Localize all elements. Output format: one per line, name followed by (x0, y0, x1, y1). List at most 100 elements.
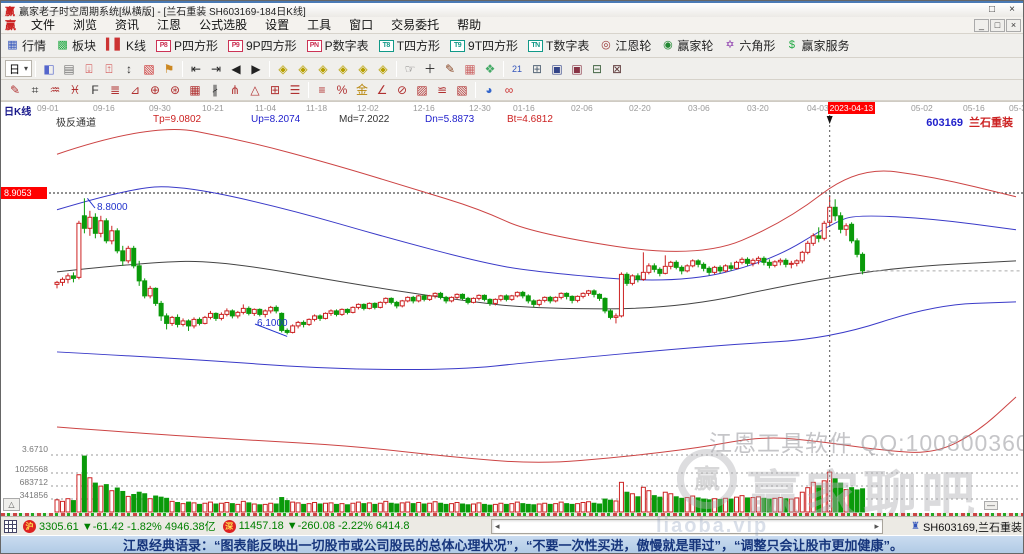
draw-cycle-circle-button[interactable]: ⊛ (165, 81, 185, 99)
tool-scale-toggle-button[interactable]: ↕ (119, 60, 139, 78)
tool-cycle-diamond-6-button[interactable]: ◈ (373, 60, 393, 78)
menu-item-江恩[interactable]: 江恩 (148, 17, 190, 34)
draw-band-tool-button[interactable]: ▧ (452, 81, 472, 99)
toolbar-winner-service-button[interactable]: $赢家服务 (780, 35, 854, 56)
draw-box-grid-button[interactable]: ⊞ (265, 81, 285, 99)
draw-speed-lines-button[interactable]: ☰ (285, 81, 305, 99)
shanghai-index-icon[interactable]: 沪 (23, 520, 36, 533)
draw-gann-grid-button[interactable]: ⌗ (25, 81, 45, 99)
period-select[interactable]: 日 ▾ (5, 60, 32, 77)
draw-percent-lines-button[interactable]: % (332, 81, 352, 99)
menu-item-窗口[interactable]: 窗口 (340, 17, 382, 34)
chart-scrollbar[interactable]: ◂ ▸ (491, 519, 883, 534)
draw-draw-pen-button[interactable]: ✎ (5, 81, 25, 99)
tool-grid-tool-button[interactable]: ▦ (460, 60, 480, 78)
tool-zoom-out-candles-button[interactable]: ⍗ (79, 60, 99, 78)
menu-item-浏览[interactable]: 浏览 (64, 17, 106, 34)
tool-cycle-diamond-5-button[interactable]: ◈ (353, 60, 373, 78)
winner-service-icon: $ (785, 39, 798, 52)
tool-save-button[interactable]: ▣ (547, 60, 567, 78)
tool-cycle-diamond-1-button[interactable]: ◈ (273, 60, 293, 78)
stock-name: 兰石重装 (969, 117, 1013, 129)
draw-gann-circle-button[interactable]: ⊕ (145, 81, 165, 99)
expand-pane-button[interactable]: △ (3, 498, 20, 511)
toolbar-p-square-button[interactable]: P8P四方形 (151, 35, 223, 56)
draw-triangle-up-button[interactable]: △ (245, 81, 265, 99)
shenzhen-index-icon[interactable]: 深 (223, 520, 236, 533)
scroll-right-arrow[interactable]: ▸ (874, 521, 879, 532)
draw-angle-lines-button[interactable]: ♓ (65, 81, 85, 99)
toolbar-9p-square-button[interactable]: P99P四方形 (223, 35, 302, 56)
toolbar-9t-square-button[interactable]: T99T四方形 (445, 35, 523, 56)
trough-price-annotation: 6.1000 (257, 318, 288, 329)
indicator-name[interactable]: 极反通道 (56, 114, 96, 129)
tool-quote-list-button[interactable]: ▤ (59, 60, 79, 78)
tool-first-page-button[interactable]: ⇤ (186, 60, 206, 78)
collapse-pane-button[interactable]: — (984, 501, 998, 510)
tool-pan-hand-button[interactable]: ☞ (400, 60, 420, 78)
mdi-minimize-button[interactable]: _ (974, 19, 989, 32)
menu-item-公式选股[interactable]: 公式选股 (190, 17, 256, 34)
tool-save-as-button[interactable]: ▣ (567, 60, 587, 78)
scroll-left-arrow[interactable]: ◂ (495, 521, 500, 532)
toolbar-t-digit-button[interactable]: TNT数字表 (523, 35, 594, 56)
mdi-close-button[interactable]: × (1006, 19, 1021, 32)
draw-shade-tool-button[interactable]: ▨ (412, 81, 432, 99)
draw-pie-indicator-button[interactable]: ◕ (479, 81, 499, 99)
draw-pitchfork-button[interactable]: ⋔ (225, 81, 245, 99)
draw-horizontal-lines-button[interactable]: ≣ (105, 81, 125, 99)
toolbar-t-square-button[interactable]: T8T四方形 (374, 35, 445, 56)
tool-cycle-diamond-4-button[interactable]: ◈ (333, 60, 353, 78)
toolbar-quotes-button[interactable]: ▦行情 (1, 35, 51, 56)
draw-price-levels-button[interactable]: ≡ (312, 81, 332, 99)
tool-crosshair-button[interactable]: ＋ (420, 60, 440, 78)
tool-last-page-button[interactable]: ⇥ (206, 60, 226, 78)
menu-item-工具[interactable]: 工具 (298, 17, 340, 34)
tool-cycle-diamond-2-button[interactable]: ◈ (293, 60, 313, 78)
menu-item-交易委托[interactable]: 交易委托 (382, 17, 448, 34)
tool-window-layout-button[interactable]: ◧ (39, 60, 59, 78)
draw-golden-section-button[interactable]: 金 (352, 81, 372, 99)
quote-grid-icon[interactable] (4, 520, 17, 533)
tool-next-bar-button[interactable]: ▶ (246, 60, 266, 78)
draw-fibonacci-button[interactable]: F (85, 81, 105, 99)
toolbar-p-digit-button[interactable]: PNP数字表 (302, 35, 374, 56)
tool-calendar-button[interactable]: 21 (507, 60, 527, 78)
toolbar-winner-wheel-button[interactable]: ◉赢家轮 (656, 35, 718, 56)
close-button[interactable]: × (1003, 4, 1021, 17)
tool-zoom-in-candles-button[interactable]: ⍐ (99, 60, 119, 78)
draw-parallel-channel-button[interactable]: ∦ (205, 81, 225, 99)
tool-pattern-tool-button[interactable]: ❖ (480, 60, 500, 78)
draw-triangle-tool-button[interactable]: ⊿ (125, 81, 145, 99)
tool-prev-bar-button[interactable]: ◀ (226, 60, 246, 78)
menu-item-资讯[interactable]: 资讯 (106, 17, 148, 34)
draw-wave-lines-button[interactable]: ♒ (45, 81, 65, 99)
kline-chart-panel[interactable]: 日K线 09-0109-1609-3010-2111-0411-1812-021… (1, 101, 1024, 513)
draw-square-grid-button[interactable]: ▦ (185, 81, 205, 99)
date-tick-05-30: 05-30 (1009, 103, 1024, 113)
toolbar-gann-wheel-button[interactable]: ◎江恩轮 (594, 35, 656, 56)
tool-calculator-button[interactable]: ⊞ (527, 60, 547, 78)
draw-gann-angle-button[interactable]: ∠ (372, 81, 392, 99)
menu-items: 文件浏览资讯江恩公式选股设置工具窗口交易委托帮助 (22, 17, 490, 34)
menu-item-设置[interactable]: 设置 (256, 17, 298, 34)
draw-mirror-tool-button[interactable]: ≌ (432, 81, 452, 99)
shanghai-index-quote[interactable]: 3305.61 ▼-61.42 -1.82% 4946.38亿 (39, 518, 216, 534)
menu-item-帮助[interactable]: 帮助 (448, 17, 490, 34)
tool-export-button[interactable]: ⊟ (587, 60, 607, 78)
hexagon-label: 六角形 (739, 37, 775, 54)
mdi-restore-button[interactable]: □ (990, 19, 1005, 32)
tool-annotate-button[interactable]: ✎ (440, 60, 460, 78)
draw-infinity-tool-button[interactable]: ∞ (499, 81, 519, 99)
shenzhen-index-quote[interactable]: 11457.18 ▼-260.08 -2.22% 6414.8 (239, 520, 410, 532)
toolbar-sectors-button[interactable]: ▩板块 (51, 35, 101, 56)
toolbar-hexagon-button[interactable]: ✡六角形 (718, 35, 780, 56)
tool-print-button[interactable]: ⊠ (607, 60, 627, 78)
tool-region-select-button[interactable]: ▧ (139, 60, 159, 78)
tool-flag-mark-button[interactable]: ⚑ (159, 60, 179, 78)
toolbar-kline-button[interactable]: ▍▋K线 (101, 35, 151, 56)
restore-button[interactable]: □ (983, 4, 1001, 17)
menu-item-文件[interactable]: 文件 (22, 17, 64, 34)
tool-cycle-diamond-3-button[interactable]: ◈ (313, 60, 333, 78)
draw-arc-tool-button[interactable]: ⊘ (392, 81, 412, 99)
